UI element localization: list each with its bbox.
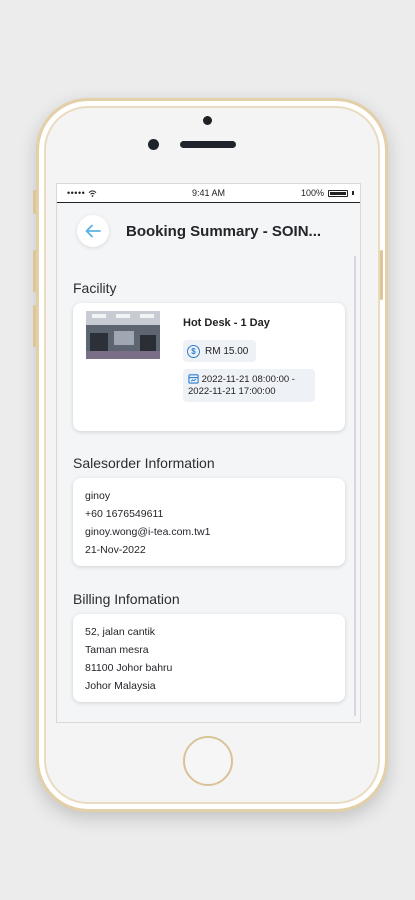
- battery-indicator: 100%: [301, 188, 354, 198]
- booking-date-start: 2022-11-21 08:00:00 -: [201, 374, 295, 385]
- front-camera: [148, 139, 159, 150]
- status-bar: ••••• 9:41 AM 100%: [57, 184, 360, 203]
- back-button[interactable]: [77, 215, 109, 247]
- battery-tip: [352, 191, 354, 195]
- order-date: 21-Nov-2022: [85, 544, 146, 556]
- customer-name: ginoy: [85, 490, 111, 502]
- billing-address-line-4: Johor Malaysia: [85, 680, 156, 692]
- salesorder-lines: ginoy +60 1676549611 ginoy.wong@i-tea.co…: [85, 487, 210, 559]
- volume-up-button: [33, 250, 36, 292]
- calendar-icon: [188, 374, 199, 384]
- billing-lines: 52, jalan cantik Taman mesra 81100 Johor…: [85, 623, 172, 695]
- app-screen: ••••• 9:41 AM 100% Booking Summary - SOI…: [56, 183, 361, 723]
- volume-down-button: [33, 305, 36, 347]
- arrow-left-icon: [85, 224, 101, 238]
- billing-section-title: Billing Infomation: [73, 591, 180, 607]
- facility-photo: [86, 311, 160, 359]
- booking-date-chip: 2022-11-21 08:00:00 - 2022-11-21 17:00:0…: [183, 369, 315, 402]
- facility-name: Hot Desk - 1 Day: [183, 317, 270, 329]
- proximity-sensor: [203, 116, 212, 125]
- battery-icon: [328, 189, 348, 197]
- earpiece-speaker: [180, 141, 236, 148]
- page-title: Booking Summary - SOIN...: [126, 223, 322, 240]
- dollar-icon: $: [187, 344, 200, 358]
- billing-card: 52, jalan cantik Taman mesra 81100 Johor…: [73, 614, 345, 702]
- facility-card[interactable]: Hot Desk - 1 Day $ RM 15.00 2022-11-21 0…: [73, 303, 345, 431]
- facility-price: RM 15.00: [205, 345, 249, 357]
- salesorder-card: ginoy +60 1676549611 ginoy.wong@i-tea.co…: [73, 478, 345, 566]
- billing-address-line-1: 52, jalan cantik: [85, 626, 156, 638]
- customer-email: ginoy.wong@i-tea.com.tw1: [85, 526, 211, 538]
- billing-address-line-2: Taman mesra: [85, 644, 149, 656]
- booking-date-end: 2022-11-21 17:00:00: [188, 386, 276, 397]
- page-header: Booking Summary - SOIN...: [57, 203, 360, 255]
- home-button[interactable]: [183, 736, 233, 786]
- price-chip: $ RM 15.00: [183, 340, 257, 362]
- salesorder-section-title: Salesorder Information: [73, 455, 215, 471]
- mute-switch: [33, 190, 36, 214]
- battery-percent: 100%: [300, 188, 324, 198]
- customer-phone: +60 1676549611: [85, 508, 164, 520]
- scrollbar[interactable]: [354, 256, 356, 716]
- billing-address-line-3: 81100 Johor bahru: [85, 662, 173, 674]
- facility-section-title: Facility: [73, 280, 117, 296]
- power-button: [380, 250, 383, 300]
